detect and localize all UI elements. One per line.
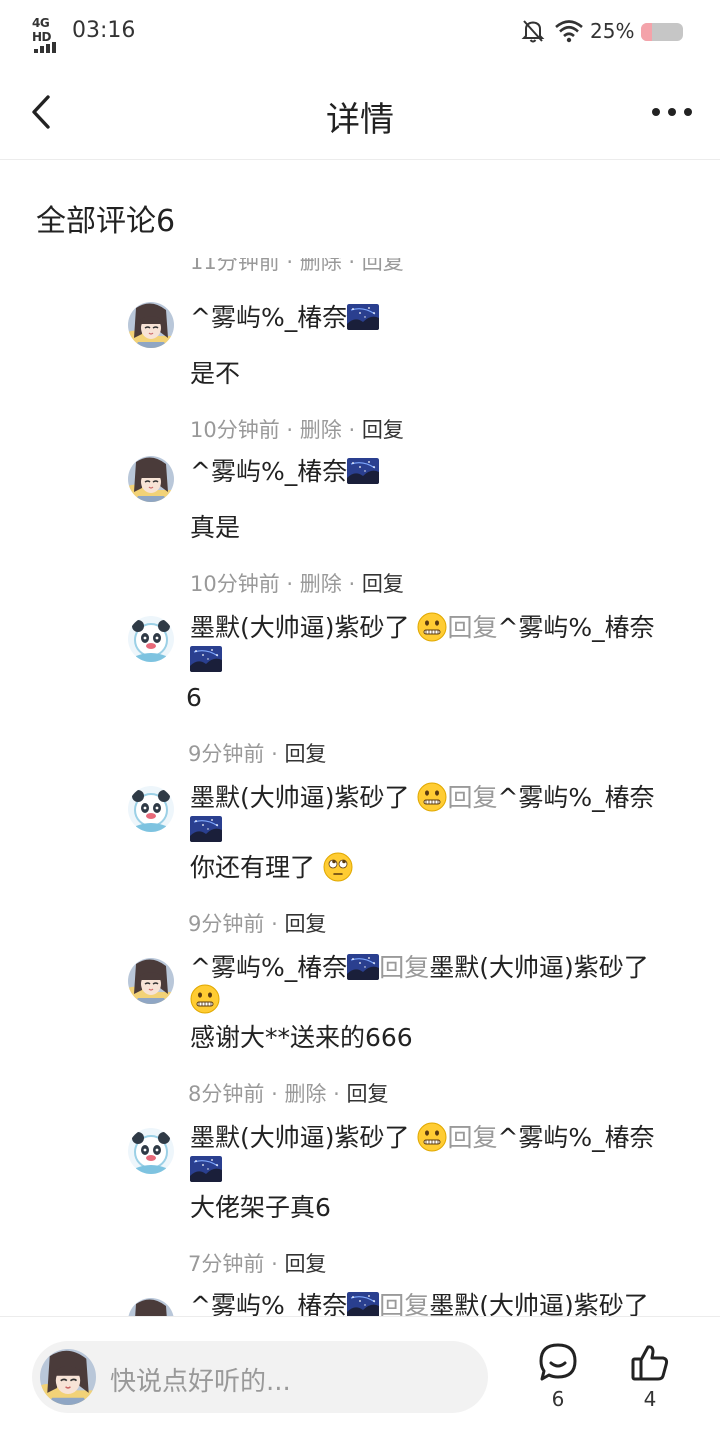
- reply-button[interactable]: 回复: [362, 418, 404, 442]
- status-bar: 4G HD 03:16 25%: [0, 0, 720, 64]
- battery-fill: [641, 23, 652, 41]
- avatar[interactable]: [128, 1298, 174, 1316]
- nav-header: 详情: [0, 64, 720, 160]
- reply-button[interactable]: 回复: [347, 1082, 389, 1106]
- wifi-icon: [555, 20, 583, 43]
- comment-time: 9分钟前: [188, 912, 265, 936]
- starry-night-emoji-icon: [190, 816, 222, 842]
- bell-off-icon: [521, 20, 545, 43]
- reply-target-username[interactable]: 墨默(大帅逼)紫砂了: [429, 953, 649, 982]
- starry-night-emoji-icon: [347, 304, 379, 330]
- reply-target-username[interactable]: 墨默(大帅逼)紫砂了: [429, 1291, 649, 1316]
- reply-label: 回复: [379, 1291, 430, 1316]
- thumbs-up-icon: [631, 1345, 669, 1381]
- zipper-mouth-emoji-icon: [190, 984, 220, 1014]
- bottom-action-bar: 快说点好听的... 6 4: [0, 1316, 720, 1436]
- comment-input[interactable]: 快说点好听的...: [32, 1341, 488, 1413]
- reply-target-username[interactable]: ^雾屿%_椿奈: [497, 783, 654, 812]
- comment-time: 9分钟前: [188, 742, 265, 766]
- avatar[interactable]: [128, 958, 174, 1004]
- reply-target-username[interactable]: ^雾屿%_椿奈: [497, 1123, 654, 1152]
- eye-roll-emoji-icon: [323, 852, 353, 882]
- comment-count: 6: [551, 1387, 565, 1411]
- comment-username[interactable]: ^雾屿%_椿奈: [190, 457, 347, 486]
- delete-button[interactable]: 删除: [300, 418, 342, 442]
- comment-time: 10分钟前: [190, 572, 280, 596]
- reply-button[interactable]: 回复: [284, 742, 326, 766]
- comment-time: 8分钟前: [188, 1082, 265, 1106]
- comment-username[interactable]: 墨默(大帅逼)紫砂了: [190, 783, 410, 812]
- more-dots-icon[interactable]: [648, 100, 696, 124]
- avatar[interactable]: [128, 456, 174, 502]
- like-button[interactable]: 4: [620, 1341, 680, 1421]
- clipped-comment-meta: 11分钟前 · 删除 · 回复: [190, 258, 404, 274]
- delete-button[interactable]: 删除: [300, 572, 342, 596]
- comments-section-title: 全部评论6: [36, 204, 176, 239]
- comment-text: 感谢大**送来的666: [190, 1023, 413, 1052]
- reply-label: 回复: [447, 613, 498, 642]
- starry-night-emoji-icon: [347, 1292, 379, 1316]
- zipper-mouth-emoji-icon: [417, 612, 447, 642]
- reply-button[interactable]: 回复: [284, 1252, 326, 1276]
- comment-username[interactable]: 墨默(大帅逼)紫砂了: [190, 613, 410, 642]
- reply-label: 回复: [447, 1123, 498, 1152]
- starry-night-emoji-icon: [190, 646, 222, 672]
- comment-username[interactable]: 墨默(大帅逼)紫砂了: [190, 1123, 410, 1152]
- reply-label: 回复: [379, 953, 430, 982]
- zipper-mouth-emoji-icon: [417, 782, 447, 812]
- comment-bubble-icon: [539, 1343, 577, 1381]
- battery-icon: [641, 23, 683, 41]
- battery-percent: 25%: [590, 19, 635, 43]
- comment-text: 大佬架子真6: [190, 1193, 331, 1222]
- reply-target-username[interactable]: ^雾屿%_椿奈: [497, 613, 654, 642]
- reply-button[interactable]: 回复: [362, 572, 404, 596]
- comment-text: 真是: [190, 513, 241, 542]
- page-title: 详情: [326, 100, 394, 140]
- starry-night-emoji-icon: [190, 1156, 222, 1182]
- comment-username[interactable]: ^雾屿%_椿奈: [190, 953, 347, 982]
- starry-night-emoji-icon: [347, 954, 379, 980]
- comment-list[interactable]: 11分钟前 · 删除 · 回复 ^雾屿%_椿奈 是不 10分钟前 · 删除 · …: [0, 258, 720, 1316]
- avatar[interactable]: [128, 616, 174, 662]
- reply-button[interactable]: 回复: [284, 912, 326, 936]
- reply-label: 回复: [447, 783, 498, 812]
- comment-button[interactable]: 6: [528, 1341, 588, 1421]
- zipper-mouth-emoji-icon: [417, 1122, 447, 1152]
- avatar[interactable]: [128, 786, 174, 832]
- comment-time: 7分钟前: [188, 1252, 265, 1276]
- comment-text: 6: [186, 683, 202, 712]
- starry-night-emoji-icon: [347, 458, 379, 484]
- delete-button[interactable]: 删除: [284, 1082, 326, 1106]
- comment-text: 你还有理了: [190, 853, 316, 882]
- signal-icon: 4G HD: [32, 16, 66, 53]
- comment-text: 是不: [190, 359, 241, 388]
- status-time: 03:16: [72, 18, 136, 43]
- comment-time: 10分钟前: [190, 418, 280, 442]
- avatar: [40, 1349, 96, 1405]
- avatar[interactable]: [128, 1128, 174, 1174]
- comment-username[interactable]: ^雾屿%_椿奈: [190, 303, 347, 332]
- like-count: 4: [643, 1387, 657, 1411]
- comment-input-placeholder: 快说点好听的...: [110, 1367, 291, 1397]
- comment-username[interactable]: ^雾屿%_椿奈: [190, 1291, 347, 1316]
- avatar[interactable]: [128, 302, 174, 348]
